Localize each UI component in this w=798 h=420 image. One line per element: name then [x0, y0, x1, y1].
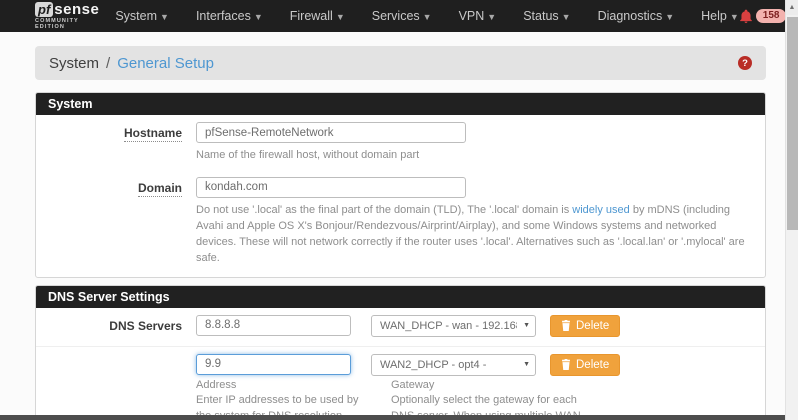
chevron-down-icon: ▼: [729, 12, 739, 22]
nav-item-status[interactable]: Status ▼: [523, 9, 570, 23]
dns-address-input-2[interactable]: [196, 353, 351, 375]
logo-sense: sense: [54, 1, 100, 18]
dns-server-row-1: DNS Servers WAN_DHCP - wan - 192.168.18.…: [36, 308, 765, 347]
chevron-down-icon: ▼: [561, 12, 571, 22]
breadcrumb-separator: /: [106, 54, 111, 72]
hostname-help: Name of the firewall host, without domai…: [196, 149, 420, 161]
bell-icon: [739, 9, 753, 24]
hostname-input[interactable]: [196, 122, 466, 143]
delete-dns-button-2[interactable]: Delete: [550, 353, 621, 376]
chevron-down-icon: ▼: [665, 12, 675, 22]
dns-servers-label: DNS Servers: [109, 318, 182, 333]
logo-pf: pf: [35, 2, 54, 17]
top-navbar: pf sense COMMUNITY EDITION System ▼ Inter…: [0, 0, 798, 32]
domain-label: Domain: [137, 180, 182, 197]
gateway-column-label: Gateway: [391, 378, 435, 391]
dns-gateway-select-2[interactable]: WAN2_DHCP - opt4 -: [371, 353, 536, 376]
domain-input[interactable]: [196, 176, 466, 198]
chevron-down-icon: ▼: [422, 12, 432, 22]
system-panel: System Hostname Name of the firewall hos…: [35, 92, 766, 278]
chevron-down-icon: ▼: [335, 12, 345, 22]
notifications-button[interactable]: 158: [739, 9, 787, 24]
nav-menu: System ▼ Interfaces ▼ Firewall ▼ Services ▼ …: [115, 9, 738, 23]
page-help-icon[interactable]: ?: [738, 56, 752, 70]
breadcrumb-page: General Setup: [117, 54, 214, 72]
bottom-edge-strip: [0, 415, 786, 420]
hostname-label: Hostname: [123, 126, 182, 142]
chevron-down-icon: ▼: [160, 12, 169, 22]
delete-dns-button-1[interactable]: Delete: [550, 314, 621, 337]
chevron-down-icon: ▼: [487, 12, 497, 22]
system-panel-title: System: [36, 93, 765, 115]
breadcrumb: System / General Setup ?: [35, 46, 766, 80]
nav-item-vpn[interactable]: VPN ▼: [459, 9, 497, 23]
trash-icon: [561, 359, 571, 371]
nav-item-diagnostics[interactable]: Diagnostics ▼: [598, 9, 675, 23]
domain-row: Domain Do not use '.local' as the final …: [36, 170, 765, 277]
notification-count-badge: 158: [755, 9, 787, 23]
scrollbar-thumb[interactable]: [787, 17, 798, 230]
dns-gateway-select-1[interactable]: WAN_DHCP - wan - 192.168.18.2: [371, 314, 536, 337]
dns-address-input-1[interactable]: [196, 314, 351, 336]
scroll-up-button[interactable]: ▲: [786, 0, 798, 15]
nav-item-firewall[interactable]: Firewall ▼: [290, 9, 345, 23]
widely-used-link[interactable]: widely used: [572, 204, 629, 216]
nav-item-services[interactable]: Services ▼: [372, 9, 432, 23]
breadcrumb-section[interactable]: System: [49, 55, 99, 72]
nav-item-interfaces[interactable]: Interfaces ▼: [196, 9, 263, 23]
chevron-down-icon: ▼: [253, 12, 263, 22]
logo-subtitle: COMMUNITY EDITION: [35, 18, 79, 30]
dns-panel-title: DNS Server Settings: [36, 285, 765, 308]
nav-item-system[interactable]: System ▼: [115, 9, 169, 23]
vertical-scrollbar[interactable]: ▲: [785, 0, 798, 420]
dns-settings-panel: DNS Server Settings DNS Servers WAN_DHCP…: [35, 284, 766, 420]
address-column-label: Address: [196, 378, 237, 391]
trash-icon: [561, 320, 571, 332]
dns-server-row-2: WAN2_DHCP - opt4 - ▼ Delete Address: [36, 347, 765, 420]
nav-item-help[interactable]: Help ▼: [701, 9, 739, 23]
pfsense-logo[interactable]: pf sense COMMUNITY EDITION: [35, 2, 99, 30]
domain-help: Do not use '.local' as the final part of…: [196, 203, 745, 264]
hostname-row: Hostname Name of the firewall host, with…: [36, 115, 765, 170]
